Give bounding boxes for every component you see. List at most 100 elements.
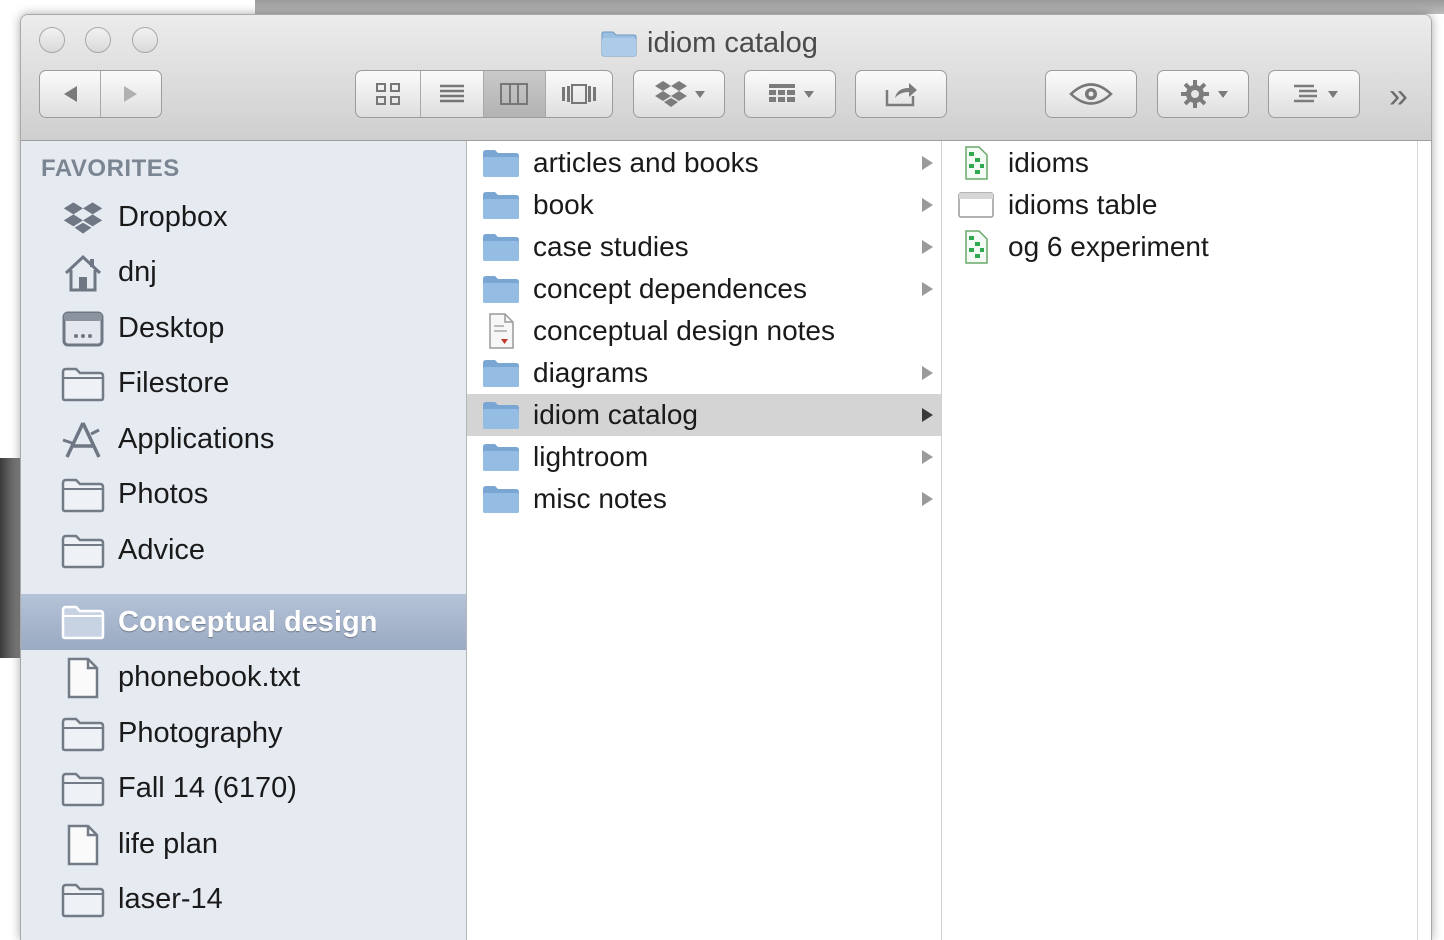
- list-item[interactable]: misc notes: [467, 478, 941, 520]
- window-title: idiom catalog: [601, 23, 818, 63]
- sidebar-item-label: Advice: [118, 534, 206, 566]
- list-item[interactable]: case studies: [467, 226, 941, 268]
- gear-icon: [1180, 80, 1209, 108]
- folder-icon: [61, 531, 105, 571]
- list-view-button[interactable]: [421, 71, 484, 117]
- folder-icon: [481, 146, 521, 180]
- sidebar-item-label: phonebook.txt: [118, 661, 301, 693]
- dropbox-icon: [654, 81, 687, 107]
- back-button[interactable]: [40, 71, 101, 117]
- list-item[interactable]: idioms: [942, 142, 1417, 184]
- list-item[interactable]: lightroom: [467, 436, 941, 478]
- list-item[interactable]: articles and books: [467, 142, 941, 184]
- cover-flow-view-button[interactable]: [546, 71, 612, 117]
- sidebar: FAVORITES Dropbox dnj Desktop Filestore: [21, 141, 467, 940]
- share-button[interactable]: [855, 70, 947, 118]
- column-view-button[interactable]: [483, 71, 547, 117]
- folder-icon: [61, 769, 105, 809]
- finder-window: idiom catalog » FAVORITES Dropbox dnj De…: [20, 14, 1432, 940]
- chevron-down-icon: [1327, 90, 1338, 98]
- sidebar-item-photography[interactable]: Photography: [21, 706, 466, 761]
- title-toolbar: idiom catalog »: [21, 15, 1431, 141]
- list-item[interactable]: diagrams: [467, 352, 941, 394]
- folder-icon: [481, 440, 521, 474]
- list-item-label: concept dependences: [533, 273, 807, 304]
- folder-icon: [61, 602, 105, 642]
- sidebar-item-label: Fall 14 (6170): [118, 772, 297, 804]
- disclosure-arrow-icon: [922, 408, 933, 422]
- disclosure-arrow-icon: [922, 282, 933, 296]
- arrange-list-button[interactable]: [1268, 70, 1360, 118]
- pdf-document-icon: [481, 313, 521, 349]
- dropbox-icon: [61, 198, 105, 238]
- folder-icon: [481, 356, 521, 390]
- spreadsheet-icon: [956, 146, 996, 180]
- back-arrow-icon: [63, 86, 77, 102]
- folder-icon: [601, 31, 637, 57]
- sidebar-item-phonebook[interactable]: phonebook.txt: [21, 650, 466, 705]
- sidebar-item-advice[interactable]: Advice: [21, 523, 466, 578]
- sidebar-item-laser-14[interactable]: laser-14: [21, 872, 466, 927]
- sidebar-item-label: Photos: [118, 478, 209, 510]
- share-icon: [885, 83, 917, 107]
- sidebar-item-label: Applications: [118, 423, 275, 455]
- zoom-button[interactable]: [132, 27, 158, 53]
- disclosure-arrow-icon: [922, 156, 933, 170]
- forward-arrow-icon: [123, 86, 137, 102]
- list-item-label: articles and books: [533, 147, 759, 178]
- list-item[interactable]: book: [467, 184, 941, 226]
- folder-icon: [61, 475, 105, 515]
- home-icon: [61, 253, 105, 293]
- folder-icon: [481, 188, 521, 222]
- minimize-button[interactable]: [85, 27, 111, 53]
- sidebar-item-label: Desktop: [118, 312, 225, 344]
- dropbox-menu-button[interactable]: [633, 70, 725, 118]
- folder-icon: [481, 230, 521, 264]
- sidebar-item-filestore[interactable]: Filestore: [21, 356, 466, 411]
- forward-button[interactable]: [101, 71, 162, 117]
- list-item-label: idiom catalog: [533, 399, 698, 430]
- list-indent-icon: [1293, 84, 1317, 103]
- list-item-selected[interactable]: idiom catalog: [467, 394, 941, 436]
- sidebar-item-applications[interactable]: Applications: [21, 412, 466, 467]
- chevron-down-icon: [803, 90, 814, 98]
- sidebar-item-fall-14[interactable]: Fall 14 (6170): [21, 761, 466, 816]
- list-item[interactable]: og 6 experiment: [942, 226, 1417, 268]
- chevron-down-icon: [1217, 90, 1228, 98]
- folder-icon: [481, 482, 521, 516]
- list-item-label: misc notes: [533, 483, 667, 514]
- spreadsheet-icon: [956, 230, 996, 264]
- sidebar-item-photos[interactable]: Photos: [21, 467, 466, 522]
- disclosure-arrow-icon: [922, 366, 933, 380]
- list-item-label: case studies: [533, 231, 689, 262]
- folder-icon: [61, 364, 105, 404]
- disclosure-arrow-icon: [922, 198, 933, 212]
- sidebar-item-label: Conceptual design: [118, 605, 378, 638]
- eye-icon: [1069, 83, 1113, 105]
- list-item[interactable]: concept dependences: [467, 268, 941, 310]
- list-item[interactable]: idioms table: [942, 184, 1417, 226]
- close-button[interactable]: [39, 27, 65, 53]
- action-button[interactable]: [1157, 70, 1249, 118]
- background-window-edge: [255, 0, 1444, 14]
- background-window-edge: [0, 458, 20, 658]
- sidebar-item-dropbox[interactable]: Dropbox: [21, 190, 466, 245]
- disclosure-arrow-icon: [922, 240, 933, 254]
- sidebar-item-conceptual-design[interactable]: Conceptual design: [21, 594, 466, 650]
- sidebar-item-life-plan[interactable]: life plan: [21, 817, 466, 872]
- quick-look-button[interactable]: [1045, 70, 1137, 118]
- list-item-label: idioms: [1008, 147, 1089, 178]
- list-item-label: lightroom: [533, 441, 649, 472]
- folder-icon: [61, 880, 105, 920]
- list-item[interactable]: conceptual design notes: [467, 310, 941, 352]
- sidebar-item-dnj[interactable]: dnj: [21, 245, 466, 300]
- sidebar-item-desktop[interactable]: Desktop: [21, 301, 466, 356]
- list-item-label: og 6 experiment: [1008, 231, 1209, 262]
- arrange-button[interactable]: [744, 70, 836, 118]
- toolbar-overflow-button[interactable]: »: [1389, 77, 1408, 116]
- icon-view-button[interactable]: [356, 71, 421, 117]
- sidebar-item-label: life plan: [118, 828, 218, 860]
- list-item-label: idioms table: [1008, 189, 1158, 220]
- back-forward-group: [39, 70, 162, 118]
- sidebar-item-label: laser-14: [118, 883, 223, 915]
